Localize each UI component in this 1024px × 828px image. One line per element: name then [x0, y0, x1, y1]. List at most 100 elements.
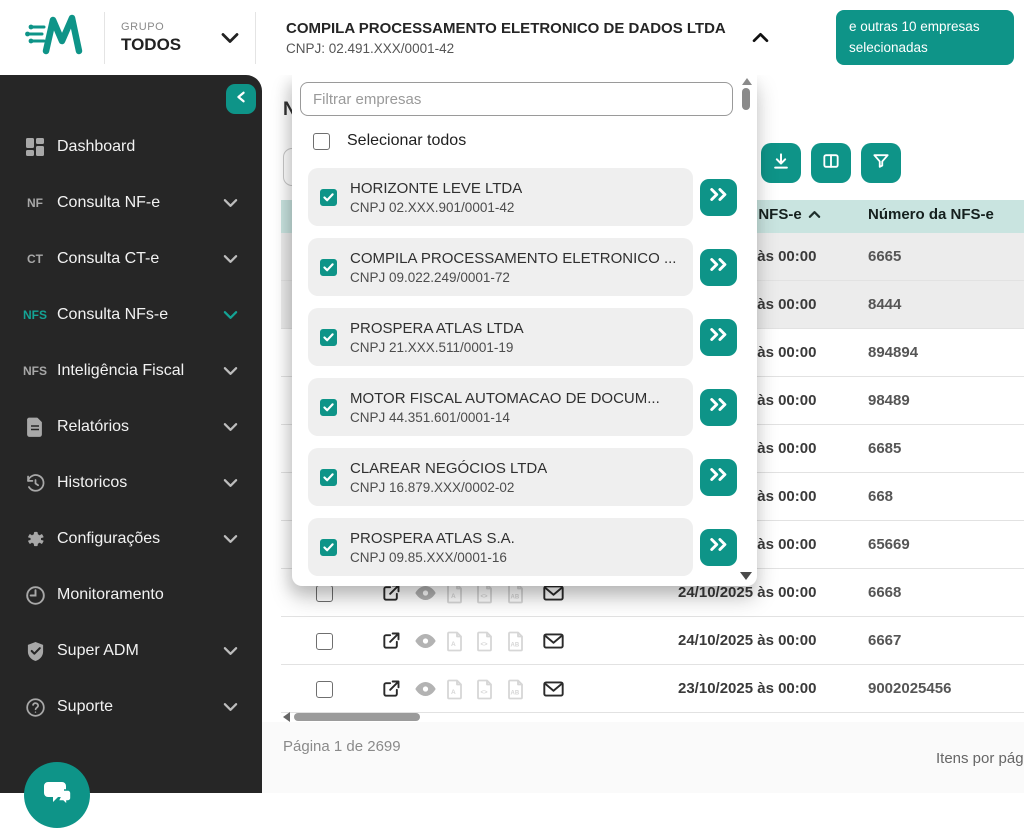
company-row: MOTOR FISCAL AUTOMACAO DE DOCUM... CNPJ 4…: [308, 378, 737, 436]
company-row: PROSPERA ATLAS LTDA CNPJ 21.XXX.511/0001-…: [308, 308, 737, 366]
code-icon[interactable]: <>: [474, 678, 496, 700]
chevron-down-icon: [223, 310, 238, 320]
sidebar-item-suporte[interactable]: Suporte: [0, 679, 262, 735]
row-checkbox[interactable]: [316, 633, 333, 650]
company-name: PROSPERA ATLAS LTDA: [350, 319, 524, 337]
sidebar-item-super-adm[interactable]: Super ADM: [0, 623, 262, 679]
company-item[interactable]: COMPILA PROCESSAMENTO ELETRONICO ... CNPJ…: [308, 238, 693, 296]
company-expand-button[interactable]: [700, 528, 737, 566]
sidebar-item-label: Consulta NF-e: [57, 194, 161, 211]
pdf-icon[interactable]: A: [444, 678, 466, 700]
company-checkbox[interactable]: [320, 398, 337, 416]
chevron-down-icon: [223, 198, 238, 208]
company-expand-button[interactable]: [700, 248, 737, 286]
company-expand-button[interactable]: [700, 178, 737, 216]
company-checkbox[interactable]: [320, 328, 337, 346]
company-item[interactable]: PROSPERA ATLAS LTDA CNPJ 21.XXX.511/0001-…: [308, 308, 693, 366]
external-icon[interactable]: [380, 630, 402, 652]
company-expand-button[interactable]: [700, 458, 737, 496]
chevron-down-icon[interactable]: [221, 32, 239, 44]
company-row: COMPILA PROCESSAMENTO ELETRONICO ... CNPJ…: [308, 238, 737, 296]
sidebar-item-relato-rios[interactable]: Relatórios: [0, 399, 262, 455]
row-checkbox[interactable]: [316, 681, 333, 698]
sidebar-item-configurac-o-es[interactable]: Configurações: [0, 511, 262, 567]
sidebar-item-dashboard[interactable]: Dashboard: [0, 119, 262, 175]
svg-text:<>: <>: [481, 690, 489, 696]
sidebar-item-monitoramento[interactable]: Monitoramento: [0, 567, 262, 623]
other-companies-badge[interactable]: e outras 10 empresas selecionadas: [836, 10, 1014, 65]
ab-icon[interactable]: AB: [505, 630, 527, 652]
svg-text:A: A: [451, 689, 456, 696]
scroll-down-arrow[interactable]: [740, 572, 752, 580]
company-name: MOTOR FISCAL AUTOMACAO DE DOCUM...: [350, 389, 660, 407]
dropdown-scrollbar-thumb[interactable]: [742, 88, 750, 110]
company-cnpj: CNPJ 16.879.XXX/0002-02: [350, 479, 515, 495]
sidebar-item-consulta-nfs-e[interactable]: NFS Consulta NFs-e: [0, 287, 262, 343]
download-button[interactable]: [761, 143, 801, 183]
company-expand-button[interactable]: [700, 318, 737, 356]
company-checkbox[interactable]: [320, 538, 337, 556]
chevron-down-icon: [223, 478, 238, 488]
chevron-down-icon: [223, 422, 238, 432]
company-expand-button[interactable]: [700, 388, 737, 426]
mail-icon[interactable]: [542, 678, 564, 700]
double-chevron-right-icon: [709, 397, 729, 417]
hscroll-thumb[interactable]: [294, 713, 420, 721]
history-icon: [22, 473, 48, 494]
sidebar-item-consulta-nf-e[interactable]: NF Consulta NF-e: [0, 175, 262, 231]
eye-icon[interactable]: [414, 630, 436, 652]
company-item[interactable]: HORIZONTE LEVE LTDA CNPJ 02.XXX.901/0001-…: [308, 168, 693, 226]
company-checkbox[interactable]: [320, 468, 337, 486]
company-checkbox[interactable]: [320, 258, 337, 276]
company-dropdown: Selecionar todos HORIZONTE LEVE LTDA CNPJ…: [292, 75, 757, 586]
company-item[interactable]: CLAREAR NEGÓCIOS LTDA CNPJ 16.879.XXX/000…: [308, 448, 693, 506]
group-selector[interactable]: GRUPO TODOS: [121, 21, 207, 55]
filter-companies-input[interactable]: [300, 82, 733, 116]
chevron-down-icon: [223, 534, 238, 544]
sidebar-item-label: Historicos: [57, 474, 128, 491]
sidebar-item-historicos[interactable]: Historicos: [0, 455, 262, 511]
code-icon[interactable]: <>: [474, 630, 496, 652]
sidebar-item-consulta-ct-e[interactable]: CT Consulta CT-e: [0, 231, 262, 287]
sidebar-collapse-button[interactable]: [226, 84, 256, 114]
double-chevron-right-icon: [709, 327, 729, 347]
hscroll-left-arrow[interactable]: [283, 712, 290, 722]
nfs-icon: NFS: [23, 364, 47, 378]
svg-text:<>: <>: [481, 594, 489, 600]
sidebar-item-label: Dashboard: [57, 138, 136, 155]
select-all-row[interactable]: Selecionar todos: [313, 132, 466, 150]
sort-asc-icon: [808, 206, 821, 223]
shield-icon: [22, 641, 48, 662]
pdf-icon[interactable]: A: [444, 630, 466, 652]
sidebar-item-intelige-ncia-fiscal[interactable]: NFS Inteligência Fiscal: [0, 343, 262, 399]
ab-icon[interactable]: AB: [505, 678, 527, 700]
row-number: 668: [868, 488, 894, 505]
chat-fab-button[interactable]: [24, 762, 90, 828]
company-name: COMPILA PROCESSAMENTO ELETRONICO ...: [350, 249, 677, 267]
sidebar-item-label: Monitoramento: [57, 586, 164, 603]
items-per-page-label: Itens por página: [936, 750, 1024, 767]
external-icon[interactable]: [380, 678, 402, 700]
chevron-down-icon: [223, 702, 238, 712]
current-company[interactable]: COMPILA PROCESSAMENTO ELETRONICO DE DADO…: [286, 20, 726, 56]
svg-text:AB: AB: [511, 594, 520, 600]
row-number: 6665: [868, 248, 902, 265]
chevron-up-icon[interactable]: [752, 32, 769, 43]
eye-icon[interactable]: [414, 678, 436, 700]
select-all-checkbox[interactable]: [313, 132, 330, 150]
filter-button[interactable]: [861, 143, 901, 183]
chevron-down-icon: [223, 254, 238, 264]
company-cnpj: CNPJ 44.351.601/0001-14: [350, 409, 510, 425]
company-item[interactable]: MOTOR FISCAL AUTOMACAO DE DOCUM... CNPJ 4…: [308, 378, 693, 436]
company-checkbox[interactable]: [320, 188, 337, 206]
sidebar-item-label: Consulta CT-e: [57, 250, 160, 267]
columns-button[interactable]: [811, 143, 851, 183]
company-item[interactable]: PROSPERA ATLAS S.A. CNPJ 09.85.XXX/0001-1…: [308, 518, 693, 576]
scroll-up-arrow[interactable]: [742, 78, 752, 85]
app-logo: [24, 11, 88, 64]
chevron-down-icon: [223, 646, 238, 656]
mail-icon[interactable]: [542, 630, 564, 652]
company-name: HORIZONTE LEVE LTDA: [350, 179, 523, 197]
help-icon: [22, 697, 48, 718]
header-divider: [255, 11, 256, 64]
